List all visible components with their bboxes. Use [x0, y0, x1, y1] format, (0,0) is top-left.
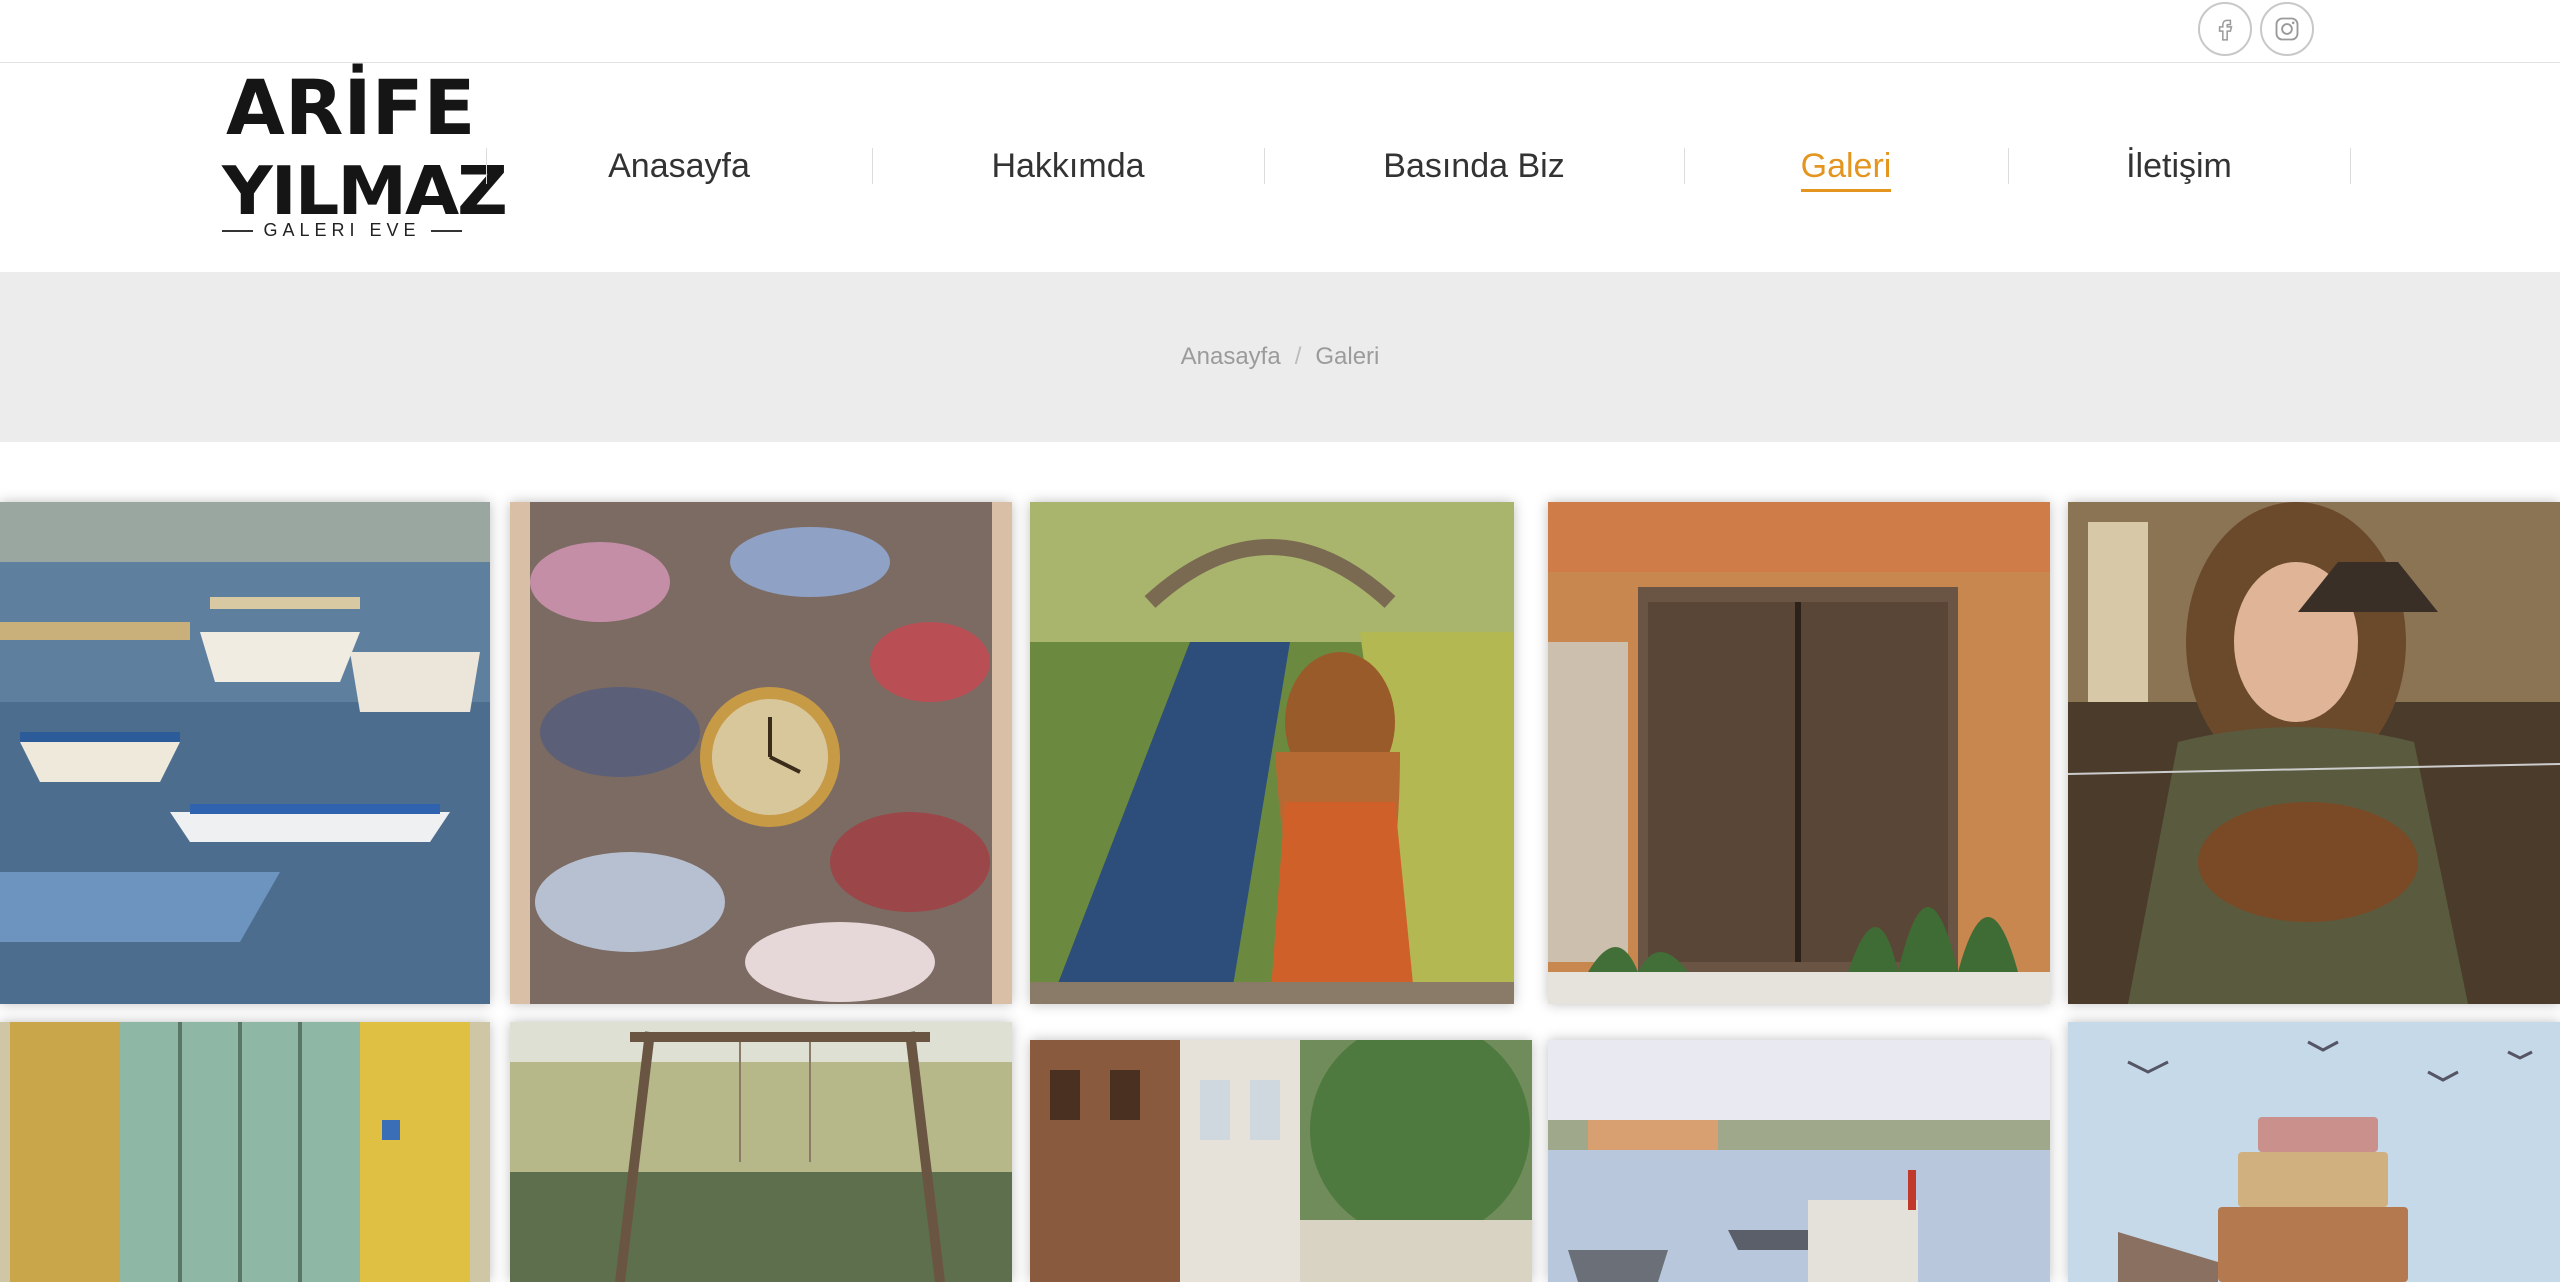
gallery-item-woman-keys[interactable]	[2068, 502, 2560, 1004]
gallery-item-harbor-boats[interactable]	[0, 502, 490, 1004]
nav-item-hakkimda[interactable]: Hakkımda	[872, 130, 1264, 202]
breadcrumb-home[interactable]: Anasayfa	[1181, 343, 1281, 371]
nav-item-basinda-biz[interactable]: Basında Biz	[1264, 130, 1684, 202]
breadcrumb: Anasayfa / Galeri	[0, 272, 2560, 442]
gallery-item-seaside-town[interactable]	[1548, 1040, 2050, 1282]
gallery-item-suitcases-seagulls[interactable]	[2068, 1022, 2560, 1282]
logo-line1: ARİFE	[226, 63, 476, 152]
main-nav: Anasayfa Hakkımda Basında Biz Galeri İle…	[486, 130, 2352, 202]
gallery-item-wooden-houses[interactable]	[1030, 1040, 1532, 1282]
gallery-item-woman-stream[interactable]	[1030, 502, 1514, 1004]
logo-subtitle: GALERI EVE	[222, 220, 463, 241]
breadcrumb-separator: /	[1294, 343, 1302, 370]
site-logo[interactable]: ARİFE YILMAZ GALERI EVE	[222, 63, 508, 250]
gallery-item-wooden-door[interactable]	[1548, 502, 2050, 1004]
top-bar	[0, 0, 2560, 63]
nav-item-galeri[interactable]: Galeri	[1684, 130, 2008, 202]
active-underline	[1800, 188, 1892, 192]
page-title-bar: Anasayfa / Galeri	[0, 272, 2560, 442]
gallery-item-shoes-clock[interactable]	[510, 502, 1012, 1004]
nav-item-iletisim[interactable]: İletişim	[2008, 130, 2350, 202]
gallery-item-swing-lake[interactable]	[510, 1022, 1012, 1282]
logo-line2: YILMAZ	[222, 152, 508, 230]
instagram-icon[interactable]	[2260, 2, 2314, 56]
facebook-icon[interactable]	[2198, 2, 2252, 56]
gallery-item-green-door[interactable]	[0, 1022, 490, 1282]
nav-separator	[2350, 148, 2351, 184]
nav-item-anasayfa[interactable]: Anasayfa	[486, 130, 872, 202]
breadcrumb-current: Galeri	[1315, 343, 1380, 370]
